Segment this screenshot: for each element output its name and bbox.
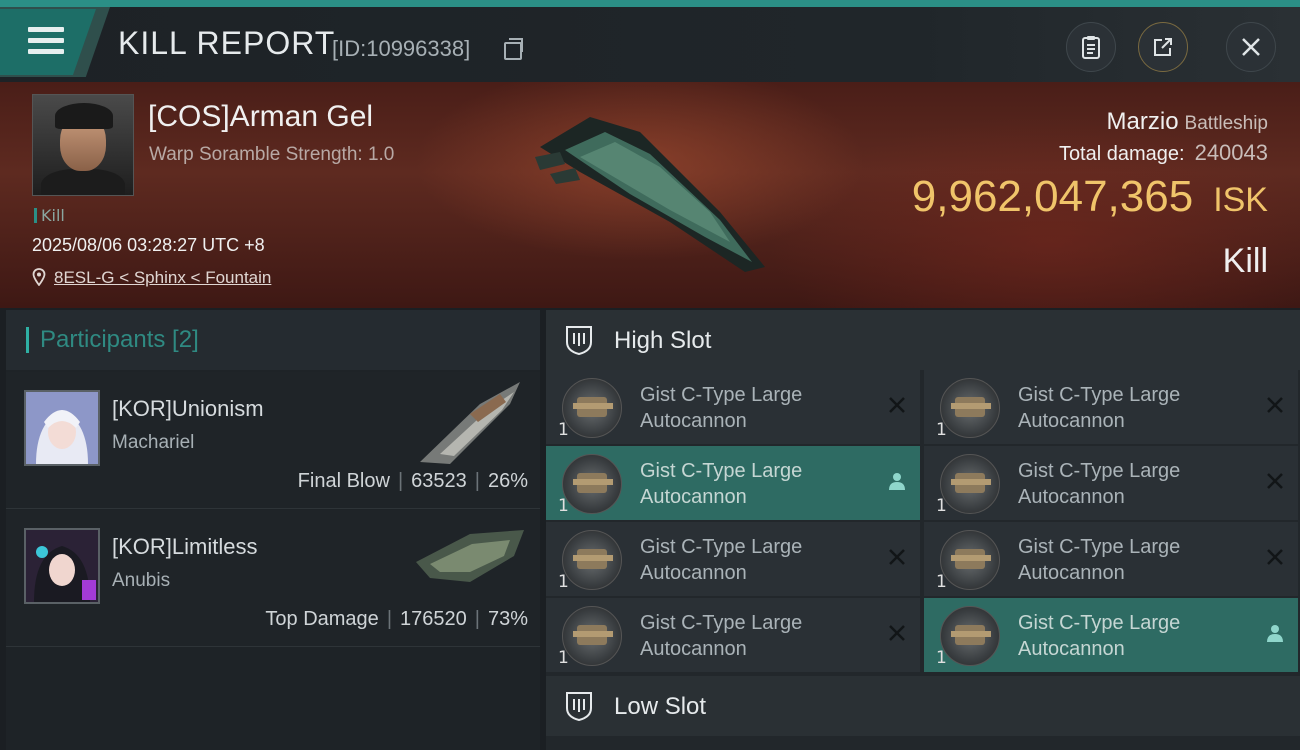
- fitting-panel: High Slot 1 Gist C-Type Large Autocannon 1…: [546, 310, 1300, 750]
- x-icon: [889, 625, 905, 641]
- high-slot-label: High Slot: [614, 327, 712, 354]
- report-id: [ID:10996338]: [332, 36, 471, 61]
- clipboard-icon: [1082, 36, 1100, 59]
- header-bar: KILL REPORT [ID:10996338]: [0, 7, 1300, 82]
- autocannon-icon: [562, 454, 622, 514]
- top-accent-line: [0, 0, 1300, 7]
- participant-ship: Machariel: [112, 432, 195, 453]
- close-button[interactable]: [1226, 22, 1276, 72]
- module-quantity: 1: [936, 572, 947, 592]
- participants-panel: Participants [2] [KOR]Unionism Machariel…: [6, 310, 540, 750]
- module-slot[interactable]: 1 Gist C-Type Large Autocannon: [546, 446, 920, 520]
- module-name: Gist C-Type Large Autocannon: [640, 536, 803, 584]
- participants-header: Participants [2]: [6, 310, 540, 370]
- location-link[interactable]: 8ESL-G < Sphinx < Fountain: [54, 268, 271, 288]
- close-icon: [1242, 38, 1260, 56]
- module-slot[interactable]: 1 Gist C-Type Large Autocannon: [924, 370, 1298, 444]
- participant-name[interactable]: [KOR]Unionism: [112, 396, 264, 422]
- x-icon: [1267, 397, 1283, 413]
- participant-stats: Final Blow | 63523 | 26%: [297, 470, 528, 492]
- hamburger-icon[interactable]: [28, 27, 64, 55]
- module-quantity: 1: [936, 420, 947, 440]
- module-quantity: 1: [558, 572, 569, 592]
- victim-ship-image: [535, 117, 765, 272]
- participants-title: Participants [2]: [40, 326, 199, 353]
- kill-datetime: 2025/08/06 03:28:27 UTC +8: [32, 235, 265, 255]
- autocannon-icon: [940, 378, 1000, 438]
- isk-value: 9,962,047,365 ISK: [911, 172, 1268, 221]
- module-slot[interactable]: 1 Gist C-Type Large Autocannon: [546, 370, 920, 444]
- pin-icon: [32, 268, 46, 286]
- module-slot[interactable]: 1 Gist C-Type Large Autocannon: [924, 598, 1298, 672]
- module-quantity: 1: [558, 648, 569, 668]
- kill-tag: Kill: [34, 206, 65, 225]
- high-slot-header: High Slot: [546, 310, 1300, 370]
- module-name: Gist C-Type Large Autocannon: [1018, 612, 1181, 660]
- victim-name[interactable]: [COS]Arman Gel: [148, 100, 373, 134]
- victim-ship: Marzio Battleship: [1106, 108, 1268, 135]
- participant-ship-image: [420, 382, 520, 464]
- module-quantity: 1: [558, 420, 569, 440]
- module-slot[interactable]: 1 Gist C-Type Large Autocannon: [924, 446, 1298, 520]
- module-name: Gist C-Type Large Autocannon: [1018, 460, 1181, 508]
- participant-row[interactable]: [KOR]Limitless Anubis Top Damage | 176520 |…: [6, 510, 540, 647]
- autocannon-icon: [562, 378, 622, 438]
- person-icon: [1267, 625, 1283, 642]
- autocannon-icon: [940, 454, 1000, 514]
- kill-result: Kill: [1222, 242, 1268, 280]
- module-name: Gist C-Type Large Autocannon: [1018, 384, 1181, 432]
- victim-banner: [COS]Arman Gel Warp Soramble Strength: 1…: [0, 82, 1300, 308]
- participant-avatar[interactable]: [24, 528, 100, 604]
- shield-icon: [566, 692, 592, 722]
- module-quantity: 1: [558, 496, 569, 516]
- module-slot[interactable]: 1 Gist C-Type Large Autocannon: [546, 598, 920, 672]
- victim-portrait[interactable]: [32, 94, 134, 196]
- share-icon: [1154, 38, 1172, 56]
- module-quantity: 1: [936, 648, 947, 668]
- low-slot-header: Low Slot: [546, 676, 1300, 736]
- x-icon: [889, 549, 905, 565]
- module-slot[interactable]: 1 Gist C-Type Large Autocannon: [546, 522, 920, 596]
- participant-ship-image: [416, 530, 524, 582]
- autocannon-icon: [940, 530, 1000, 590]
- module-slot[interactable]: 1 Gist C-Type Large Autocannon: [924, 522, 1298, 596]
- x-icon: [1267, 549, 1283, 565]
- person-icon: [889, 473, 905, 490]
- module-name: Gist C-Type Large Autocannon: [640, 460, 803, 508]
- warp-scramble-strength: Warp Soramble Strength: 1.0: [149, 144, 395, 165]
- autocannon-icon: [562, 530, 622, 590]
- autocannon-icon: [940, 606, 1000, 666]
- participant-ship: Anubis: [112, 570, 171, 591]
- share-button[interactable]: [1138, 22, 1188, 72]
- module-name: Gist C-Type Large Autocannon: [640, 384, 803, 432]
- module-name: Gist C-Type Large Autocannon: [1018, 536, 1181, 584]
- participant-stats: Top Damage | 176520 | 73%: [265, 608, 528, 630]
- module-quantity: 1: [936, 496, 947, 516]
- x-icon: [1267, 473, 1283, 489]
- low-slot-label: Low Slot: [614, 693, 707, 720]
- participant-row[interactable]: [KOR]Unionism Machariel Final Blow | 63523…: [6, 372, 540, 509]
- page-title: KILL REPORT: [118, 25, 336, 61]
- module-name: Gist C-Type Large Autocannon: [640, 612, 803, 660]
- x-icon: [889, 397, 905, 413]
- total-damage: Total damage: 240043: [1058, 140, 1268, 165]
- participant-name[interactable]: [KOR]Limitless: [112, 534, 257, 560]
- autocannon-icon: [562, 606, 622, 666]
- participant-avatar[interactable]: [24, 390, 100, 466]
- clipboard-button[interactable]: [1066, 22, 1116, 72]
- copy-icon[interactable]: [504, 38, 523, 60]
- shield-icon: [566, 326, 592, 356]
